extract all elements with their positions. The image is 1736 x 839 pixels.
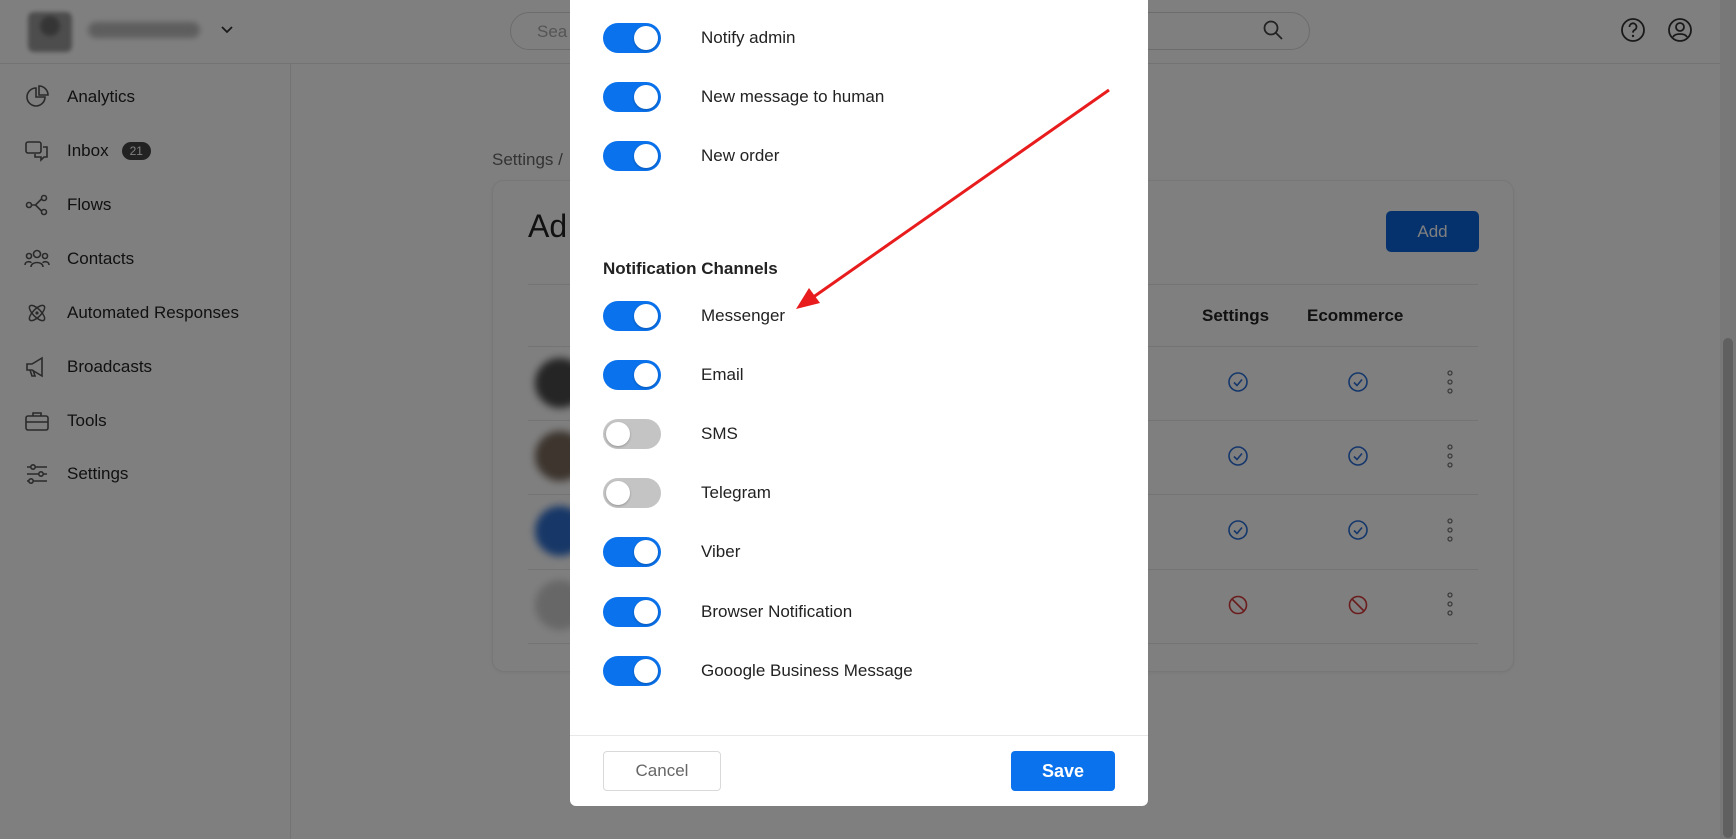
new-order-toggle[interactable]	[603, 141, 661, 171]
toggle-label: Messenger	[701, 306, 786, 325]
toggle-label: New message to human	[701, 87, 885, 106]
toggle-label: Viber	[701, 542, 741, 561]
notification-settings-modal: Notify admin New message to human New or…	[570, 0, 1148, 806]
notify-admin-row: Notify admin	[603, 22, 795, 54]
toggle-knob	[634, 363, 658, 387]
notify-admin-toggle[interactable]	[603, 23, 661, 53]
toggle-label: Email	[701, 365, 744, 384]
save-button[interactable]: Save	[1011, 751, 1115, 791]
toggle-label: Telegram	[701, 483, 771, 502]
toggle-knob	[634, 26, 658, 50]
sms-toggle[interactable]	[603, 419, 661, 449]
email-toggle[interactable]	[603, 360, 661, 390]
browser-notification-toggle[interactable]	[603, 597, 661, 627]
toggle-label: New order	[701, 146, 780, 165]
toggle-knob	[606, 481, 630, 505]
telegram-row: Telegram	[603, 477, 771, 509]
toggle-knob	[634, 144, 658, 168]
messenger-toggle[interactable]	[603, 301, 661, 331]
toggle-label: Browser Notification	[701, 602, 853, 621]
cancel-button[interactable]: Cancel	[603, 751, 721, 791]
email-row: Email	[603, 359, 744, 391]
toggle-knob	[634, 600, 658, 624]
toggle-knob	[634, 85, 658, 109]
toggle-label: SMS	[701, 424, 738, 443]
new-message-to-human-row: New message to human	[603, 81, 884, 113]
toggle-knob	[634, 659, 658, 683]
toggle-label: Gooogle Business Message	[701, 661, 913, 680]
viber-row: Viber	[603, 536, 740, 568]
toggle-label: Notify admin	[701, 28, 796, 47]
viber-toggle[interactable]	[603, 537, 661, 567]
new-order-row: New order	[603, 140, 779, 172]
telegram-toggle[interactable]	[603, 478, 661, 508]
google-business-message-row: Gooogle Business Message	[603, 655, 913, 687]
browser-notification-row: Browser Notification	[603, 596, 852, 628]
google-business-message-toggle[interactable]	[603, 656, 661, 686]
toggle-knob	[634, 304, 658, 328]
notification-channels-title: Notification Channels	[603, 259, 778, 278]
new-message-to-human-toggle[interactable]	[603, 82, 661, 112]
toggle-knob	[634, 540, 658, 564]
sms-row: SMS	[603, 418, 738, 450]
messenger-row: Messenger	[603, 300, 785, 332]
toggle-knob	[606, 422, 630, 446]
modal-footer-divider	[570, 735, 1148, 736]
